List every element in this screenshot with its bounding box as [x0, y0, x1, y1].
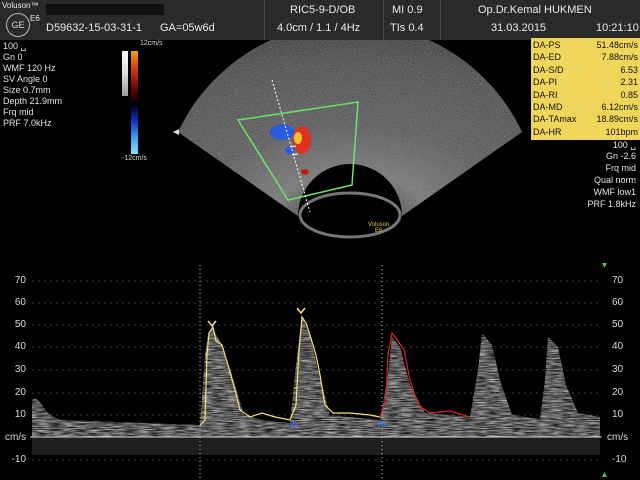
ge-logo-icon: GE — [6, 13, 30, 37]
flow-blue-region — [285, 146, 295, 154]
velocity-tick-label: 60 — [612, 297, 624, 308]
end-diastole-marker-icon[interactable] — [289, 420, 299, 428]
header-divider — [440, 0, 441, 40]
measurement-row: DA-RI 0.85 — [533, 90, 638, 102]
prf-value: PRF 7.0kHz — [3, 118, 52, 128]
redacted-patient-name — [46, 4, 164, 15]
envelope-trace-yellow — [199, 315, 381, 426]
depth-value: Depth 21.9mm — [3, 96, 63, 106]
grayscale-bar — [122, 51, 128, 96]
wmf-value: WMF 120 Hz — [3, 63, 56, 73]
probe-label: RIC5-9-D/OB — [290, 4, 356, 16]
model-label: E6 — [30, 14, 40, 23]
pw-prf-value: PRF 1.8kHz — [587, 199, 636, 209]
watermark-line2: E6 — [375, 228, 383, 234]
measurement-key: DA-MD — [533, 102, 563, 112]
measurement-table: DA-PS 51.48cm/s DA-ED 7.88cm/s DA-S/D 6.53 DA-… — [531, 38, 640, 140]
envelope-trace-red — [379, 331, 471, 418]
measurement-value: 7.88cm/s — [601, 52, 638, 63]
end-diastole-marker-icon[interactable] — [377, 420, 387, 428]
velocity-unit-left: cm/s — [5, 432, 27, 443]
velocity-tick-label: 20 — [14, 387, 26, 398]
velocity-tick-label: -10 — [11, 454, 26, 465]
velocity-tick-label: 40 — [14, 341, 26, 352]
scale-top-marker-icon — [602, 263, 607, 268]
velocity-unit-right: cm/s — [607, 432, 629, 443]
bmode-image — [173, 40, 522, 239]
measurement-value: 18.89cm/s — [596, 114, 638, 125]
orientation-marker-icon — [173, 129, 179, 135]
velocity-tick-label: 20 — [612, 387, 624, 398]
brand-label: Voluson™ — [2, 1, 39, 10]
measurement-row: DA-HR 101bpm — [533, 127, 638, 139]
mi-value: MI 0.9 — [392, 4, 423, 16]
measurement-key: DA-ED — [533, 52, 562, 63]
measurement-row: DA-ED 7.88cm/s — [533, 52, 638, 64]
measurement-key: DA-S/D — [533, 64, 564, 75]
measurement-row: DA-TAmax 18.89cm/s — [533, 114, 638, 126]
peak-systole-marker-icon[interactable] — [296, 307, 306, 315]
measurement-key: DA-PS — [533, 40, 561, 50]
sv-angle-value: SV Angle 0 — [3, 74, 48, 84]
flow-red-region — [301, 169, 309, 175]
gain-value: Gn 0 — [3, 52, 23, 62]
flow-blue-region — [270, 124, 294, 140]
spectral-doppler — [30, 263, 607, 480]
measurement-row: DA-PS 51.48cm/s — [533, 40, 638, 52]
velocity-tick-label: 10 — [612, 409, 624, 420]
header-bar: Voluson™ GE E6 D59632-15-03-31-1 GA=05w6… — [0, 0, 640, 40]
reverse-flow-band — [32, 437, 600, 455]
size-value: Size 0.7mm — [3, 85, 51, 95]
velocity-tick-label: 60 — [14, 297, 26, 308]
measurement-value: 2.31 — [620, 77, 638, 88]
color-bar-bottom-label: -12cm/s — [122, 155, 147, 162]
pw-gain-value: Gn -2.6 — [605, 151, 636, 161]
measurement-row: DA-MD 6.12cm/s — [533, 102, 638, 114]
measurement-key: DA-TAmax — [533, 114, 577, 125]
velocity-tick-label: 50 — [612, 319, 624, 330]
velocity-tick-label: 50 — [14, 319, 26, 330]
velocity-tick-label: 70 — [612, 275, 624, 286]
measurement-key: DA-PI — [533, 77, 558, 88]
patient-id: D59632-15-03-31-1 — [46, 22, 143, 34]
pw-wmf-value: WMF low1 — [593, 187, 637, 197]
depth-info: 4.0cm / 1.1 / 4Hz — [277, 22, 361, 34]
measurement-key: DA-HR — [533, 126, 562, 137]
scale-bottom-marker-icon — [602, 472, 607, 477]
measurement-row: DA-S/D 6.53 — [533, 65, 638, 77]
pw-frequency-value: Frq mid — [605, 163, 636, 173]
peak-systole-marker-icon[interactable] — [207, 320, 217, 328]
exam-date: 31.03.2015 — [491, 22, 547, 34]
tis-value: TIs 0.4 — [390, 22, 424, 34]
pw-quality-value: Qual norm — [593, 175, 636, 185]
measurement-value: 101bpm — [605, 126, 638, 137]
exam-time: 10:21:10 — [596, 22, 639, 34]
measurement-row: DA-PI 2.31 — [533, 77, 638, 89]
speckle-texture — [178, 40, 522, 217]
velocity-tick-label: 70 — [14, 275, 26, 286]
measurement-key: DA-RI — [533, 89, 558, 100]
velocity-tick-label: 30 — [612, 364, 624, 375]
frequency-value: Frq mid — [3, 107, 34, 117]
header-divider — [264, 0, 265, 40]
flow-aliasing-region — [294, 132, 302, 144]
measurement-value: 51.48cm/s — [596, 40, 638, 50]
pw-power-value: 100 ␣ — [612, 140, 636, 150]
measurement-value: 6.12cm/s — [601, 102, 638, 112]
measurement-value: 0.85 — [620, 89, 638, 100]
velocity-gridlines — [32, 280, 600, 461]
header-divider — [383, 0, 384, 40]
watermark: Voluson E6 — [368, 222, 389, 234]
gestational-age: GA=05w6d — [160, 22, 215, 34]
velocity-tick-label: 30 — [14, 364, 26, 375]
velocity-tick-label: 40 — [612, 341, 624, 352]
velocity-tick-label: 10 — [14, 409, 26, 420]
power-value: 100 ␣ — [3, 41, 27, 51]
color-velocity-bar — [131, 51, 138, 154]
color-bar-top-label: 12cm/s — [140, 40, 163, 47]
measurement-value: 6.53 — [620, 64, 638, 75]
velocity-tick-label: -10 — [612, 454, 627, 465]
doctor-name: Op.Dr.Kemal HUKMEN — [478, 4, 592, 16]
